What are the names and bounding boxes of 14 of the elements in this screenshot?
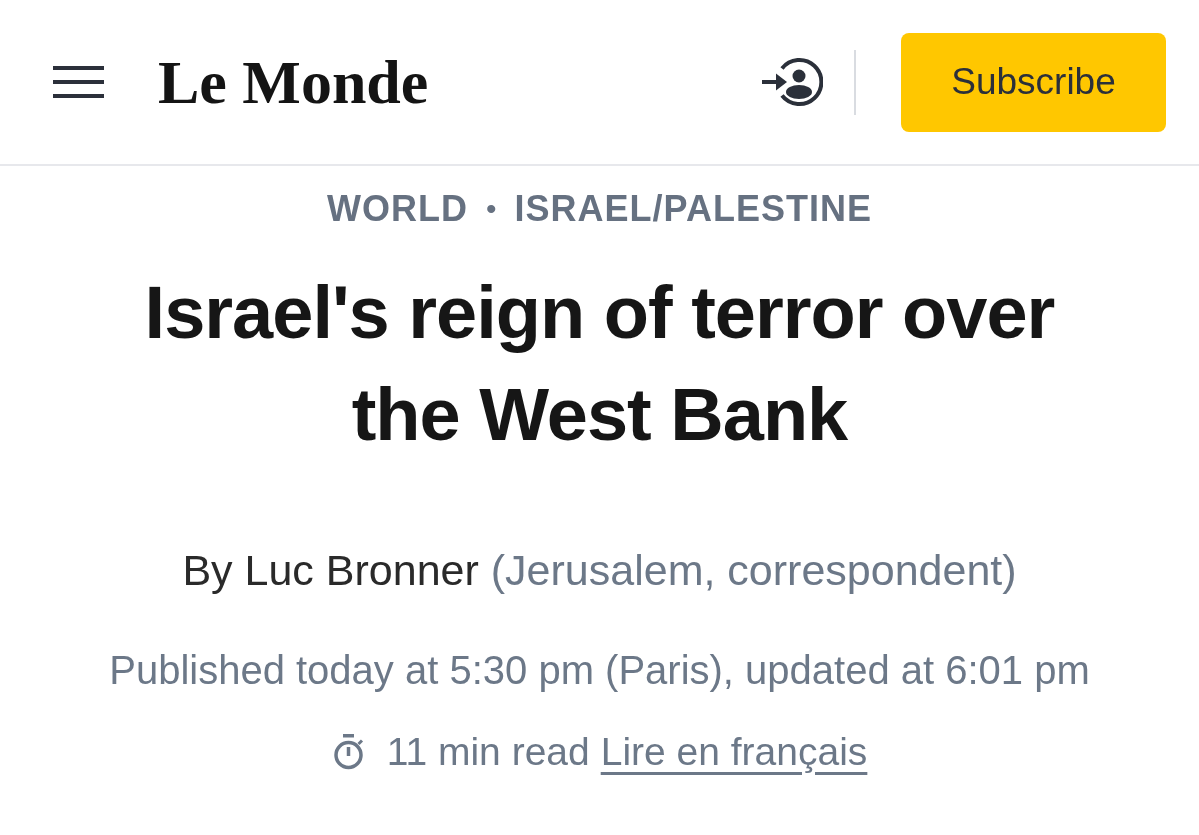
breadcrumb-link[interactable]: WORLD: [327, 186, 469, 232]
stopwatch-icon: [331, 734, 366, 770]
french-version-link[interactable]: Lire en français: [600, 728, 868, 776]
author-role: (Jerusalem, correspondent): [490, 545, 1017, 596]
reading-time: 11 min read: [386, 729, 590, 775]
login-icon[interactable]: [761, 57, 823, 107]
logo[interactable]: Le Monde: [158, 47, 429, 117]
article-headline: Israel's reign of terror over the West Bank: [143, 270, 1056, 458]
subscribe-button[interactable]: Subscribe: [901, 32, 1166, 132]
publish-date: Published today at 5:30 pm (Paris), updated at 6:01 pm: [109, 647, 1090, 694]
breadcrumb-separator: •: [486, 191, 497, 227]
author-name[interactable]: By Luc Bronner: [182, 544, 479, 596]
breadcrumb-link[interactable]: ISRAEL/PALESTINE: [514, 186, 872, 232]
menu-icon[interactable]: [53, 66, 104, 98]
